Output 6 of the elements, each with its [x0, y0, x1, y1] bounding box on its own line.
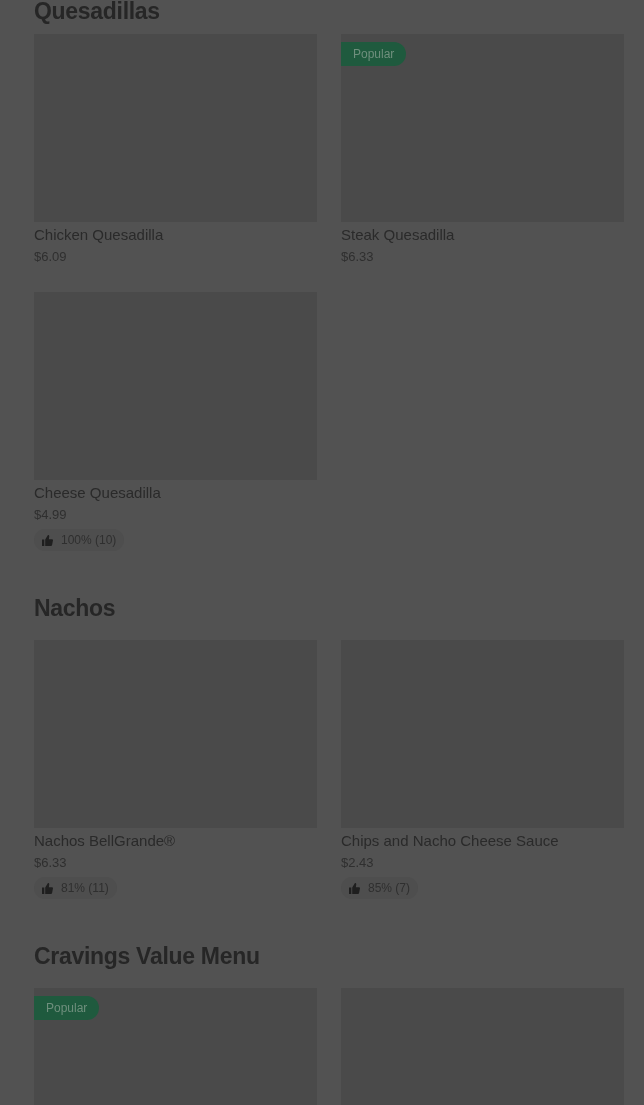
thumbs-up-icon: [42, 534, 53, 546]
popular-badge: Popular: [34, 996, 100, 1020]
image-placeholder[interactable]: [341, 34, 624, 222]
thumbs-up-icon: [349, 882, 360, 894]
thumbs-up-icon: [42, 882, 53, 894]
popular-badge: Popular: [341, 42, 407, 66]
